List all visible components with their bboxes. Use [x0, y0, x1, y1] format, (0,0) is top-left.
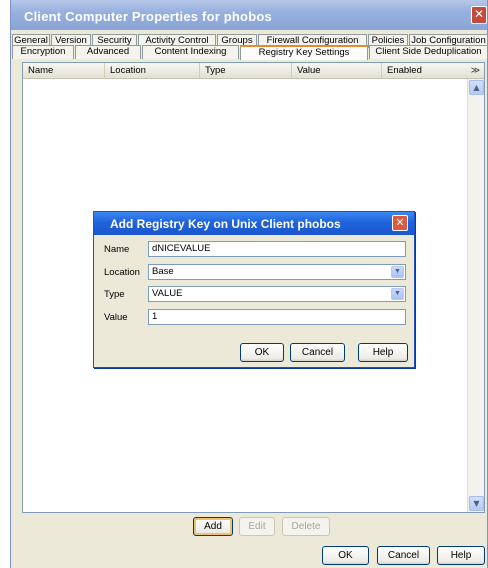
help-button[interactable]: Help	[437, 546, 485, 565]
column-chooser-icon[interactable]: ≫	[467, 63, 484, 79]
cancel-button[interactable]: Cancel	[377, 546, 430, 565]
name-field[interactable]: dNICEVALUE	[148, 241, 406, 257]
list-action-bar: Add Edit Delete	[22, 515, 485, 537]
delete-button[interactable]: Delete	[282, 517, 330, 536]
add-button[interactable]: Add	[193, 517, 233, 536]
edit-button[interactable]: Edit	[239, 517, 275, 536]
column-location[interactable]: Location	[105, 63, 200, 79]
column-type[interactable]: Type	[200, 63, 292, 79]
close-icon[interactable]: ✕	[471, 6, 487, 24]
column-name[interactable]: Name	[23, 63, 105, 79]
tab-advanced[interactable]: Advanced	[75, 45, 141, 59]
scroll-down-icon[interactable]: ▼	[469, 496, 484, 511]
tab-content-indexing[interactable]: Content Indexing	[142, 45, 239, 59]
list-scrollbar[interactable]: ▲ ▼	[467, 79, 484, 512]
name-field-value: dNICEVALUE	[152, 243, 211, 254]
location-select-value: Base	[152, 266, 174, 277]
list-column-header: Name Location Type Value Enabled ≫	[23, 63, 484, 79]
type-select-value: VALUE	[152, 288, 183, 299]
add-registry-key-dialog: Add Registry Key on Unix Client phobos ✕…	[93, 211, 415, 368]
value-field[interactable]: 1	[148, 309, 406, 325]
ok-button[interactable]: OK	[322, 546, 369, 565]
type-select[interactable]: VALUE ▼	[148, 286, 406, 302]
dialog-ok-button[interactable]: OK	[240, 343, 284, 362]
dialog-help-button[interactable]: Help	[358, 343, 408, 362]
tab-encryption[interactable]: Encryption	[12, 45, 74, 59]
window-titlebar[interactable]: Client Computer Properties for phobos ✕	[11, 0, 487, 30]
dialog-close-icon[interactable]: ✕	[392, 215, 408, 231]
location-label: Location	[104, 267, 140, 278]
column-enabled[interactable]: Enabled	[382, 63, 469, 79]
scroll-up-icon[interactable]: ▲	[469, 80, 484, 95]
name-label: Name	[104, 244, 130, 255]
tab-client-side-deduplication[interactable]: Client Side Deduplication	[369, 45, 488, 59]
tab-registry-key-settings[interactable]: Registry Key Settings	[240, 45, 368, 60]
dialog-cancel-button[interactable]: Cancel	[290, 343, 345, 362]
column-value[interactable]: Value	[292, 63, 382, 79]
value-label: Value	[104, 312, 128, 323]
chevron-down-icon[interactable]: ▼	[391, 288, 404, 300]
value-field-value: 1	[152, 311, 158, 322]
type-label: Type	[104, 289, 125, 300]
chevron-down-icon[interactable]: ▼	[391, 266, 404, 278]
dialog-title: Add Registry Key on Unix Client phobos	[110, 217, 341, 231]
window-title: Client Computer Properties for phobos	[24, 9, 272, 24]
location-select[interactable]: Base ▼	[148, 264, 406, 280]
dialog-titlebar[interactable]: Add Registry Key on Unix Client phobos ✕	[94, 212, 414, 235]
